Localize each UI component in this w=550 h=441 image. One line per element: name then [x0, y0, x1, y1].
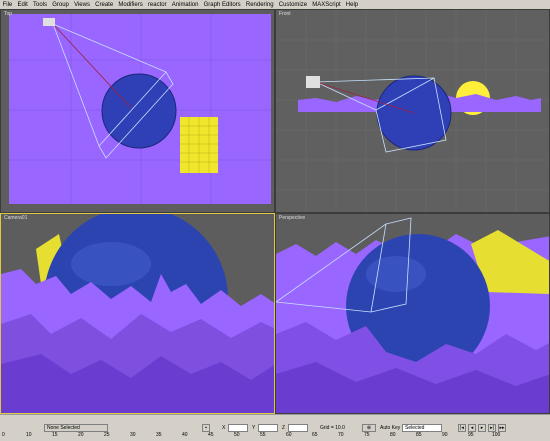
menu-group[interactable]: Group	[50, 2, 72, 8]
tick-label: 65	[312, 432, 318, 438]
tick-label: 55	[260, 432, 266, 438]
tick-label: 15	[52, 432, 58, 438]
y-label: Y	[252, 425, 256, 431]
x-field[interactable]	[228, 424, 248, 432]
tick-label: 80	[390, 432, 396, 438]
menu-file[interactable]: File	[0, 2, 15, 8]
menu-edit[interactable]: Edit	[15, 2, 31, 8]
tick-label: 30	[130, 432, 136, 438]
tick-label: 90	[442, 432, 448, 438]
menu-modifiers[interactable]: Modifiers	[116, 2, 146, 8]
tick-label: 60	[286, 432, 292, 438]
goto-start-button[interactable]: |◂	[458, 424, 466, 432]
viewport-camera[interactable]: Camera01	[0, 213, 275, 414]
menu-tools[interactable]: Tools	[30, 2, 49, 8]
camera-icon-front	[306, 76, 320, 88]
menu-graph-editors[interactable]: Graph Editors	[201, 2, 243, 8]
camera-icon-top	[43, 18, 55, 26]
menu-views[interactable]: Views	[71, 2, 92, 8]
z-label: Z	[282, 425, 286, 431]
menu-reactor[interactable]: reactor	[145, 2, 169, 8]
tick-label: 95	[468, 432, 474, 438]
tick-label: 40	[182, 432, 188, 438]
tick-label: 0	[2, 432, 5, 438]
x-label: X	[222, 425, 226, 431]
front-view-canvas	[276, 10, 549, 212]
goto-end-button[interactable]: ▸▸	[498, 424, 506, 432]
tick-label: 25	[104, 432, 110, 438]
auto-key-button[interactable]: Auto Key	[380, 425, 400, 431]
key-mode-button[interactable]: ⊕	[362, 424, 376, 432]
grid-value: Grid = 10.0	[320, 425, 345, 431]
menu-maxscript[interactable]: MAXScript	[310, 2, 344, 8]
tick-label: 45	[208, 432, 214, 438]
viewport-label-front[interactable]: Front	[279, 11, 291, 17]
selected-dropdown[interactable]: Selected	[402, 424, 442, 432]
top-view-canvas	[9, 14, 271, 204]
y-field[interactable]	[258, 424, 278, 432]
tick-label: 100	[492, 432, 501, 438]
selection-status: None Selected	[44, 424, 108, 432]
menu-help[interactable]: Help	[343, 2, 361, 8]
menu-create[interactable]: Create	[93, 2, 116, 8]
camera-view-canvas	[1, 214, 274, 413]
tick-label: 50	[234, 432, 240, 438]
tick-label: 70	[338, 432, 344, 438]
perspective-view-canvas	[276, 217, 549, 413]
next-frame-button[interactable]: ▸|	[488, 424, 496, 432]
viewport-label-camera[interactable]: Camera01	[4, 215, 27, 221]
tick-label: 75	[364, 432, 370, 438]
viewport-label-top[interactable]: Top	[4, 11, 12, 17]
menu-rendering[interactable]: Rendering	[243, 2, 276, 8]
viewport-top[interactable]: Top	[0, 9, 275, 213]
tick-label: 85	[416, 432, 422, 438]
menu-customize[interactable]: Customize	[276, 2, 310, 8]
tick-label: 35	[156, 432, 162, 438]
viewport-perspective[interactable]: Perspective	[275, 213, 550, 414]
lock-selection-button[interactable]: ▪	[202, 424, 210, 432]
play-button[interactable]: ▸	[478, 424, 486, 432]
menu-bar: File Edit Tools Group Views Create Modif…	[0, 0, 550, 9]
viewport-front[interactable]: Front	[275, 9, 550, 213]
menu-animation[interactable]: Animation	[169, 2, 201, 8]
tick-label: 20	[78, 432, 84, 438]
tick-label: 10	[26, 432, 32, 438]
z-field[interactable]	[288, 424, 308, 432]
prev-frame-button[interactable]: ◂	[468, 424, 476, 432]
viewport-label-perspective[interactable]: Perspective	[279, 215, 305, 221]
